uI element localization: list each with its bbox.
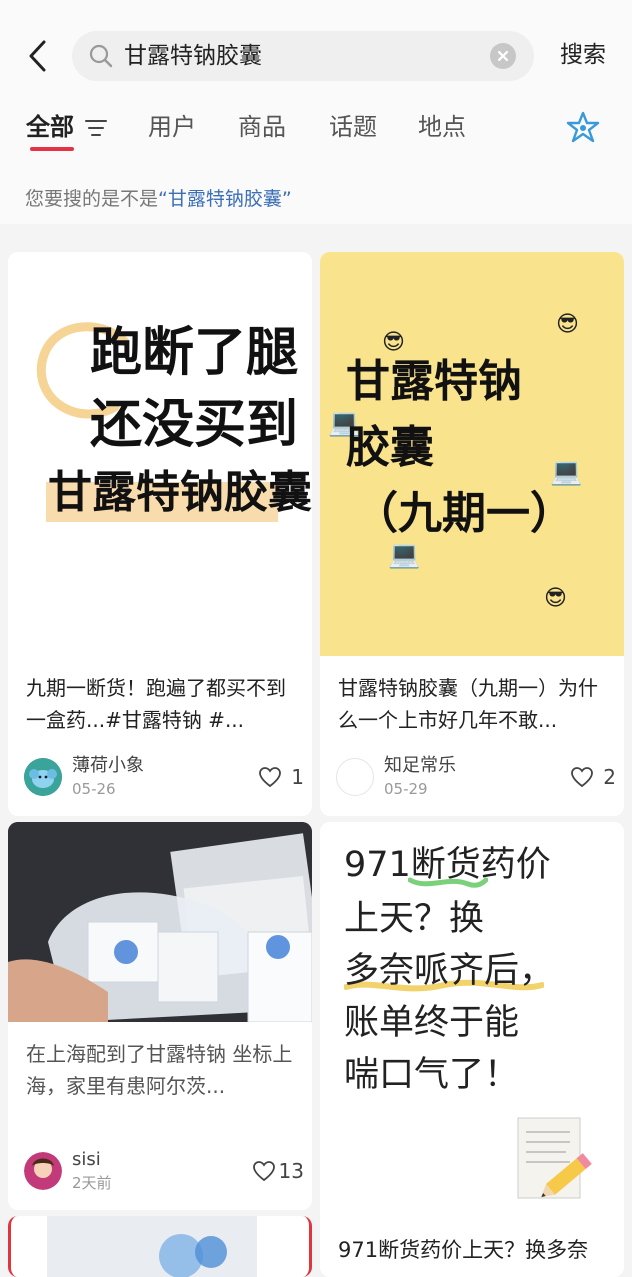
note-cover: 971断货药价 上天？换 多奈哌齐后， 账单终于能 喘口气了！	[320, 822, 624, 1232]
author-row: sisi 2天前 13	[24, 1148, 304, 1194]
note-title[interactable]: 甘露特钠胶囊（九期一）为什么一个上市好几年不敢...	[338, 672, 610, 736]
like-count: 13	[278, 1159, 304, 1183]
post-date: 2天前	[72, 1174, 112, 1192]
clear-icon[interactable]	[490, 43, 516, 69]
cover-line: 甘露特钠胶囊	[48, 467, 312, 518]
note-title[interactable]: 九期一断货！跑遍了都买不到一盒药...#甘露特钠 #...	[26, 672, 298, 736]
search-query: 甘露特钠胶囊	[124, 43, 262, 69]
pencil-emoji	[517, 1117, 592, 1199]
like-button[interactable]: 1	[254, 764, 304, 790]
author-name[interactable]: 薄荷小象	[72, 754, 144, 778]
note-cover: 跑断了腿 还没买到 甘露特钠胶囊	[8, 252, 312, 656]
suggestion-keyword-link[interactable]: “甘露特钠胶囊”	[158, 188, 292, 210]
ai-star-icon[interactable]	[565, 110, 601, 146]
cover-line: 上天？换	[344, 899, 485, 939]
cover-line: 喘口气了！	[344, 1055, 520, 1095]
tab-products[interactable]: 商品	[238, 111, 286, 143]
like-button[interactable]: 13	[244, 1158, 304, 1184]
heart-icon	[571, 767, 593, 788]
note-card[interactable]	[8, 1216, 312, 1277]
back-icon[interactable]	[22, 36, 56, 76]
search-button[interactable]: 搜索	[560, 40, 606, 70]
note-title[interactable]: 在上海配到了甘露特钠 坐标上海，家里有患阿尔茨...	[26, 1038, 298, 1102]
like-count: 2	[603, 765, 616, 789]
elephant-avatar-icon	[24, 758, 62, 796]
heart-icon	[253, 1161, 275, 1182]
post-date: 05-26	[72, 780, 116, 798]
avatar[interactable]	[24, 758, 62, 796]
photo-medicine-boxes	[8, 822, 312, 1022]
cover-line: 甘露特钠	[346, 356, 522, 407]
top-bar: 甘露特钠胶囊 搜索 全部 用户 商品 话题 地点 您要搜的是不是“甘露特钠胶囊”	[0, 0, 632, 224]
note-card[interactable]: 😎 😎 💻 💻 💻 😎 甘露特钠 胶囊 （九期一） 甘露特钠胶囊（九期一）为什么…	[320, 252, 624, 816]
author-name[interactable]: 知足常乐	[384, 754, 456, 778]
search-input[interactable]: 甘露特钠胶囊	[72, 31, 534, 81]
note-cover-photo	[11, 1216, 309, 1277]
note-cover: 😎 😎 💻 💻 💻 😎 甘露特钠 胶囊 （九期一）	[320, 252, 624, 656]
note-card[interactable]: 跑断了腿 还没买到 甘露特钠胶囊 九期一断货！跑遍了都买不到一盒药...#甘露特…	[8, 252, 312, 816]
suggestion-prefix: 您要搜的是不是	[25, 188, 159, 210]
heart-icon	[259, 767, 281, 788]
active-tab-indicator	[30, 147, 74, 151]
tab-places[interactable]: 地点	[418, 111, 466, 143]
avatar[interactable]	[336, 758, 374, 796]
filter-tabs: 全部 用户 商品 话题 地点	[0, 105, 632, 155]
tab-users[interactable]: 用户	[148, 111, 196, 143]
search-icon	[89, 44, 113, 68]
photo-medicine-box	[11, 1216, 309, 1277]
laptop-emoji: 💻	[388, 540, 421, 570]
cover-line: 跑断了腿	[90, 323, 299, 383]
cover-line: 还没买到	[90, 395, 299, 455]
note-title[interactable]: 971断货药价上天？换多奈	[338, 1234, 610, 1277]
like-count: 1	[291, 765, 304, 789]
author-name[interactable]: sisi	[72, 1148, 101, 1172]
post-date: 05-29	[384, 780, 428, 798]
note-cover-photo	[8, 822, 312, 1022]
sunglasses-emoji: 😎	[556, 312, 579, 337]
note-card[interactable]: 在上海配到了甘露特钠 坐标上海，家里有患阿尔茨... sisi 2天前 13	[8, 822, 312, 1210]
avatar[interactable]	[24, 1152, 62, 1190]
like-button[interactable]: 2	[566, 764, 616, 790]
user-avatar-icon	[24, 1152, 62, 1190]
sunglasses-emoji: 😎	[544, 586, 567, 611]
note-card[interactable]: 971断货药价 上天？换 多奈哌齐后， 账单终于能 喘口气了！ 971断货药价上…	[320, 822, 624, 1277]
cover-line: 胶囊	[346, 422, 434, 473]
did-you-mean: 您要搜的是不是“甘露特钠胶囊”	[25, 185, 292, 213]
tab-topics[interactable]: 话题	[329, 111, 377, 143]
cover-line: 多奈哌齐后，	[344, 951, 555, 991]
author-row: 薄荷小象 05-26 1	[24, 754, 304, 800]
laptop-emoji: 💻	[550, 457, 583, 487]
author-row: 知足常乐 05-29 2	[336, 754, 616, 800]
cover-line: 971断货药价	[344, 845, 551, 885]
tab-all[interactable]: 全部	[26, 111, 74, 143]
sunglasses-emoji: 😎	[382, 330, 405, 355]
filter-icon[interactable]	[84, 117, 108, 139]
cover-line: 账单终于能	[344, 1003, 520, 1043]
cover-line: （九期一）	[354, 488, 574, 539]
